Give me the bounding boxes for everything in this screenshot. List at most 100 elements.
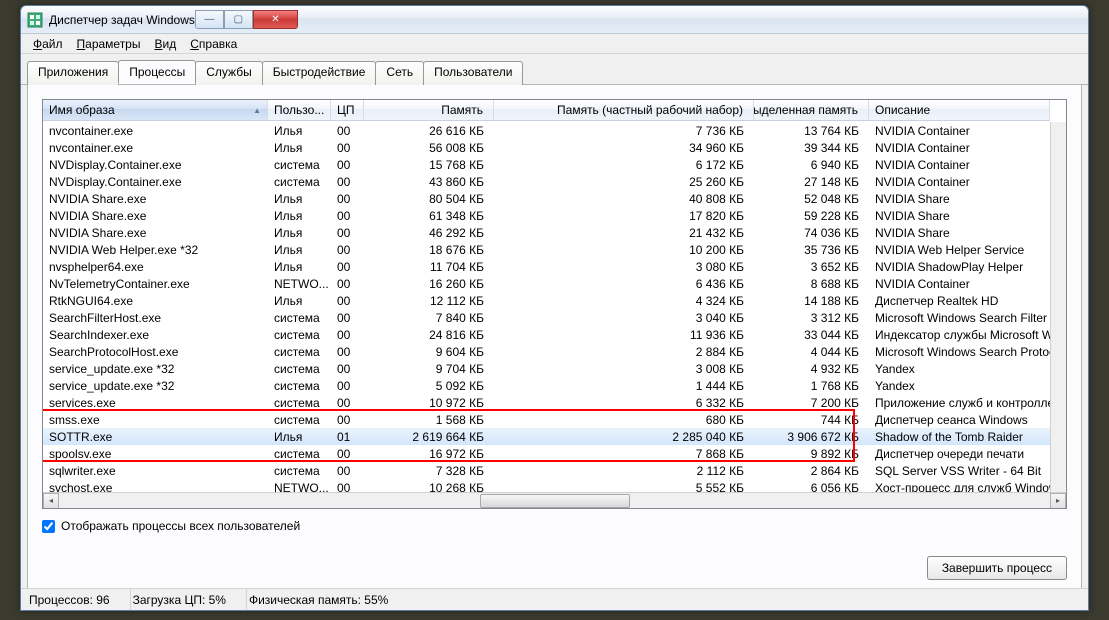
cell-desc: NVIDIA Container — [869, 157, 1066, 173]
table-row[interactable]: services.exeсистема0010 972 КБ6 332 КБ7 … — [43, 394, 1066, 411]
maximize-button[interactable]: ▢ — [224, 10, 253, 29]
close-button[interactable]: ✕ — [253, 10, 298, 29]
table-row[interactable]: NVIDIA Share.exeИлья0080 504 КБ40 808 КБ… — [43, 190, 1066, 207]
cell-alloc: 1 768 КБ — [754, 378, 869, 394]
cell-alloc: 744 КБ — [754, 412, 869, 428]
cell-user: система — [268, 157, 331, 173]
table-row[interactable]: RtkNGUI64.exeИлья0012 112 КБ4 324 КБ14 1… — [43, 292, 1066, 309]
cell-user: система — [268, 361, 331, 377]
cell-alloc: 35 736 КБ — [754, 242, 869, 258]
table-row[interactable]: NVIDIA Share.exeИлья0061 348 КБ17 820 КБ… — [43, 207, 1066, 224]
col-name[interactable]: Имя образа▲ — [43, 100, 268, 120]
cell-private-ws: 34 960 КБ — [494, 140, 754, 156]
vertical-scrollbar[interactable] — [1050, 122, 1066, 492]
table-row[interactable]: nvcontainer.exeИлья0056 008 КБ34 960 КБ3… — [43, 139, 1066, 156]
table-row[interactable]: nvsphelper64.exeИлья0011 704 КБ3 080 КБ3… — [43, 258, 1066, 275]
table-row[interactable]: NvTelemetryContainer.exeNETWO...0016 260… — [43, 275, 1066, 292]
cell-cpu: 00 — [331, 344, 364, 360]
cell-name: NVIDIA Share.exe — [43, 225, 268, 241]
cell-cpu: 00 — [331, 259, 364, 275]
cell-desc: NVIDIA Container — [869, 140, 1066, 156]
table-row[interactable]: service_update.exe *32система005 092 КБ1… — [43, 377, 1066, 394]
tab-processes[interactable]: Процессы — [118, 60, 196, 84]
table-row[interactable]: svchost.exeNETWO...0010 268 КБ5 552 КБ6 … — [43, 479, 1066, 492]
cell-alloc: 4 932 КБ — [754, 361, 869, 377]
cell-private-ws: 1 444 КБ — [494, 378, 754, 394]
table-row[interactable]: NVIDIA Share.exeИлья0046 292 КБ21 432 КБ… — [43, 224, 1066, 241]
tab-applications[interactable]: Приложения — [27, 61, 119, 85]
cell-cpu: 00 — [331, 361, 364, 377]
cell-name: NvTelemetryContainer.exe — [43, 276, 268, 292]
end-process-button[interactable]: Завершить процесс — [927, 556, 1067, 580]
cell-cpu: 00 — [331, 412, 364, 428]
menu-view[interactable]: Вид — [148, 36, 182, 51]
scroll-right-button[interactable]: ▸ — [1050, 493, 1066, 509]
cell-user: система — [268, 174, 331, 190]
col-description[interactable]: Описание — [869, 100, 1050, 120]
cell-user: Илья — [268, 429, 331, 445]
cell-cpu: 00 — [331, 378, 364, 394]
cell-name: NVIDIA Share.exe — [43, 191, 268, 207]
table-row[interactable]: SearchIndexer.exeсистема0024 816 КБ11 93… — [43, 326, 1066, 343]
col-alloc[interactable]: Выделенная память — [754, 100, 869, 120]
tab-performance[interactable]: Быстродействие — [262, 61, 377, 85]
cell-memory: 7 840 КБ — [364, 310, 494, 326]
cell-private-ws: 2 884 КБ — [494, 344, 754, 360]
table-row[interactable]: smss.exeсистема001 568 КБ680 КБ744 КБДис… — [43, 411, 1066, 428]
cell-user: система — [268, 310, 331, 326]
cell-memory: 12 112 КБ — [364, 293, 494, 309]
table-row[interactable]: NVDisplay.Container.exeсистема0015 768 К… — [43, 156, 1066, 173]
menu-help[interactable]: Справка — [184, 36, 243, 51]
cell-alloc: 39 344 КБ — [754, 140, 869, 156]
cell-cpu: 01 — [331, 429, 364, 445]
cell-desc: NVIDIA Web Helper Service — [869, 242, 1066, 258]
cell-cpu: 00 — [331, 191, 364, 207]
tab-users[interactable]: Пользователи — [423, 61, 523, 85]
col-private-ws[interactable]: Память (частный рабочий набор) — [494, 100, 754, 120]
cell-name: NVDisplay.Container.exe — [43, 174, 268, 190]
cell-memory: 7 328 КБ — [364, 463, 494, 479]
col-memory[interactable]: Память — [364, 100, 494, 120]
cell-private-ws: 10 200 КБ — [494, 242, 754, 258]
table-body[interactable]: nvcontainer.exeИлья0026 616 КБ7 736 КБ13… — [43, 122, 1066, 492]
table-row[interactable]: NVIDIA Web Helper.exe *32Илья0018 676 КБ… — [43, 241, 1066, 258]
cell-user: система — [268, 378, 331, 394]
show-all-users-checkbox[interactable] — [42, 520, 55, 533]
tab-network[interactable]: Сеть — [375, 61, 424, 85]
cell-alloc: 8 688 КБ — [754, 276, 869, 292]
table-row[interactable]: SearchProtocolHost.exeсистема009 604 КБ2… — [43, 343, 1066, 360]
table-row[interactable]: service_update.exe *32система009 704 КБ3… — [43, 360, 1066, 377]
table-row[interactable]: SOTTR.exeИлья012 619 664 КБ2 285 040 КБ3… — [43, 428, 1066, 445]
minimize-button[interactable]: — — [195, 10, 224, 29]
cell-private-ws: 2 285 040 КБ — [494, 429, 754, 445]
horizontal-scrollbar[interactable]: ◂ ▸ — [43, 492, 1066, 508]
table-row[interactable]: SearchFilterHost.exeсистема007 840 КБ3 0… — [43, 309, 1066, 326]
cell-user: система — [268, 395, 331, 411]
app-icon — [27, 12, 43, 28]
cell-memory: 24 816 КБ — [364, 327, 494, 343]
scroll-left-button[interactable]: ◂ — [43, 493, 59, 509]
cell-name: sqlwriter.exe — [43, 463, 268, 479]
menu-file[interactable]: Файл — [27, 36, 69, 51]
cell-cpu: 00 — [331, 293, 364, 309]
cell-alloc: 33 044 КБ — [754, 327, 869, 343]
col-user[interactable]: Пользо... — [268, 100, 331, 120]
cell-name: RtkNGUI64.exe — [43, 293, 268, 309]
cell-alloc: 9 892 КБ — [754, 446, 869, 462]
cell-desc: Shadow of the Tomb Raider — [869, 429, 1066, 445]
cell-memory: 9 604 КБ — [364, 344, 494, 360]
table-row[interactable]: spoolsv.exeсистема0016 972 КБ7 868 КБ9 8… — [43, 445, 1066, 462]
cell-cpu: 00 — [331, 157, 364, 173]
cell-user: Илья — [268, 293, 331, 309]
titlebar[interactable]: Диспетчер задач Windows — ▢ ✕ — [21, 6, 1088, 34]
scroll-thumb[interactable] — [480, 494, 630, 508]
col-cpu[interactable]: ЦП — [331, 100, 364, 120]
table-row[interactable]: NVDisplay.Container.exeсистема0043 860 К… — [43, 173, 1066, 190]
menu-options[interactable]: Параметры — [71, 36, 147, 51]
cell-desc: Индексатор службы Microsoft Windows Sea — [869, 327, 1066, 343]
table-row[interactable]: nvcontainer.exeИлья0026 616 КБ7 736 КБ13… — [43, 122, 1066, 139]
cell-cpu: 00 — [331, 395, 364, 411]
table-row[interactable]: sqlwriter.exeсистема007 328 КБ2 112 КБ2 … — [43, 462, 1066, 479]
cell-private-ws: 6 332 КБ — [494, 395, 754, 411]
tab-services[interactable]: Службы — [195, 61, 262, 85]
